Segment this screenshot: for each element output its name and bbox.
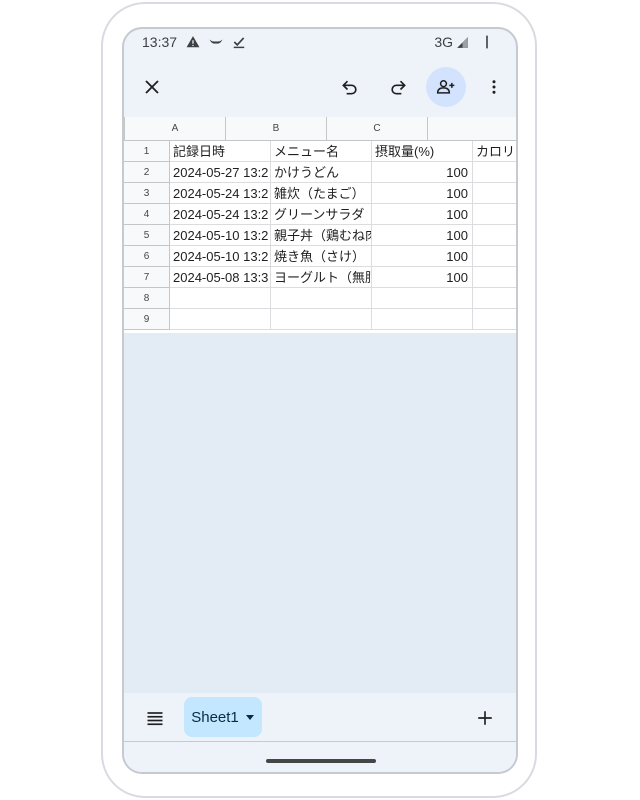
- status-bar: 13:37 3G: [124, 29, 516, 57]
- column-header-a[interactable]: A: [125, 117, 226, 141]
- table-row: 3 2024-05-24 13:2 雑炊（たまご） 100: [124, 183, 516, 204]
- table-row: 9: [124, 309, 516, 330]
- redo-icon: [391, 80, 406, 95]
- cell-b[interactable]: 親子丼（鶏むね肉: [271, 225, 372, 246]
- close-button[interactable]: [132, 67, 172, 107]
- more-options-button[interactable]: [474, 67, 514, 107]
- cell-a[interactable]: 2024-05-10 13:2: [170, 225, 271, 246]
- cell-a[interactable]: 2024-05-10 13:2: [170, 246, 271, 267]
- undo-button[interactable]: [330, 67, 370, 107]
- share-button[interactable]: [426, 67, 466, 107]
- sheet-tab-sheet1[interactable]: Sheet1: [184, 697, 262, 737]
- download-check-icon: [233, 37, 245, 49]
- table-row: 6 2024-05-10 13:2 焼き魚（さけ） 100: [124, 246, 516, 267]
- undo-icon: [342, 80, 357, 95]
- battery-icon: [486, 35, 488, 49]
- cell-d[interactable]: [473, 225, 516, 246]
- table-row: 7 2024-05-08 13:3 ヨーグルト（無脂 100: [124, 267, 516, 288]
- row-header[interactable]: 7: [124, 267, 170, 288]
- cell-b[interactable]: [271, 288, 372, 309]
- cell-d[interactable]: [473, 267, 516, 288]
- navigation-area: [124, 742, 516, 772]
- wifi-wings-icon: [209, 39, 223, 44]
- close-icon: [145, 80, 159, 94]
- sheet-tab-label: Sheet1: [191, 708, 239, 726]
- row-header[interactable]: 6: [124, 246, 170, 267]
- cell-a[interactable]: 記録日時: [170, 141, 271, 162]
- row-header[interactable]: 1: [124, 141, 170, 162]
- cell-c[interactable]: 100: [372, 183, 473, 204]
- table-row: 1 記録日時 メニュー名 摂取量(%) カロリ: [124, 141, 516, 162]
- cell-c[interactable]: [372, 309, 473, 330]
- cell-b[interactable]: メニュー名: [271, 141, 372, 162]
- cell-d[interactable]: [473, 288, 516, 309]
- row-header[interactable]: 8: [124, 288, 170, 309]
- row-header[interactable]: 4: [124, 204, 170, 225]
- network-type: 3G: [434, 34, 453, 50]
- redo-button[interactable]: [378, 67, 418, 107]
- row-header[interactable]: 3: [124, 183, 170, 204]
- spreadsheet-grid: A B C 1 記録日時 メニュー名 摂取量(%) カロリ 2 2024-05-27 13:…: [124, 117, 516, 333]
- cell-d[interactable]: [473, 309, 516, 330]
- column-header-b[interactable]: B: [226, 117, 327, 141]
- add-sheet-button[interactable]: [470, 703, 500, 733]
- sheets-list-icon: [147, 712, 163, 726]
- status-notification-icons: [186, 35, 246, 49]
- cell-c[interactable]: 100: [372, 246, 473, 267]
- column-header-d[interactable]: [428, 117, 516, 141]
- column-header-c[interactable]: C: [327, 117, 428, 141]
- cell-c[interactable]: 100: [372, 162, 473, 183]
- cell-b[interactable]: かけうどん: [271, 162, 372, 183]
- status-time: 13:37: [142, 34, 178, 50]
- sheet-tab-bar: Sheet1: [124, 693, 516, 742]
- cell-a[interactable]: [170, 309, 271, 330]
- cell-a[interactable]: 2024-05-27 13:2: [170, 162, 271, 183]
- cell-d[interactable]: [473, 204, 516, 225]
- sheets-list-button[interactable]: [140, 703, 170, 733]
- cell-d[interactable]: [473, 183, 516, 204]
- cell-c[interactable]: 100: [372, 225, 473, 246]
- toolbar: [124, 57, 516, 117]
- alert-icon: [186, 36, 200, 48]
- cell-a[interactable]: 2024-05-24 13:2: [170, 204, 271, 225]
- cell-b[interactable]: ヨーグルト（無脂: [271, 267, 372, 288]
- status-right: 3G: [434, 34, 492, 50]
- cell-b[interactable]: [271, 309, 372, 330]
- dropdown-arrow-icon: [245, 715, 254, 720]
- cell-b[interactable]: 焼き魚（さけ）: [271, 246, 372, 267]
- cell-d[interactable]: [473, 162, 516, 183]
- cell-d[interactable]: [473, 246, 516, 267]
- cell-d[interactable]: カロリ: [473, 141, 516, 162]
- row-header[interactable]: 5: [124, 225, 170, 246]
- cell-b[interactable]: グリーンサラダ: [271, 204, 372, 225]
- cell-c[interactable]: [372, 288, 473, 309]
- cell-c[interactable]: 100: [372, 267, 473, 288]
- table-row: 5 2024-05-10 13:2 親子丼（鶏むね肉 100: [124, 225, 516, 246]
- column-header-row: A B C: [124, 117, 516, 141]
- cell-a[interactable]: 2024-05-08 13:3: [170, 267, 271, 288]
- more-vert-icon: [492, 80, 496, 94]
- cell-b[interactable]: 雑炊（たまご）: [271, 183, 372, 204]
- table-row: 4 2024-05-24 13:2 グリーンサラダ 100: [124, 204, 516, 225]
- signal-icon: [457, 36, 468, 48]
- row-header[interactable]: 2: [124, 162, 170, 183]
- table-row: 8: [124, 288, 516, 309]
- add-person-icon: [436, 80, 455, 94]
- cell-c[interactable]: 100: [372, 204, 473, 225]
- cell-c[interactable]: 摂取量(%): [372, 141, 473, 162]
- phone-screen: 13:37 3G A B C 1 記録日時 メニュー名 摂取量(%) カロリ 2…: [122, 27, 518, 774]
- table-row: 2 2024-05-27 13:2 かけうどん 100: [124, 162, 516, 183]
- cell-a[interactable]: [170, 288, 271, 309]
- gesture-bar[interactable]: [266, 759, 376, 763]
- cell-a[interactable]: 2024-05-24 13:2: [170, 183, 271, 204]
- add-sheet-icon: [478, 711, 492, 725]
- empty-grid-area: [124, 333, 516, 693]
- row-header[interactable]: 9: [124, 309, 170, 330]
